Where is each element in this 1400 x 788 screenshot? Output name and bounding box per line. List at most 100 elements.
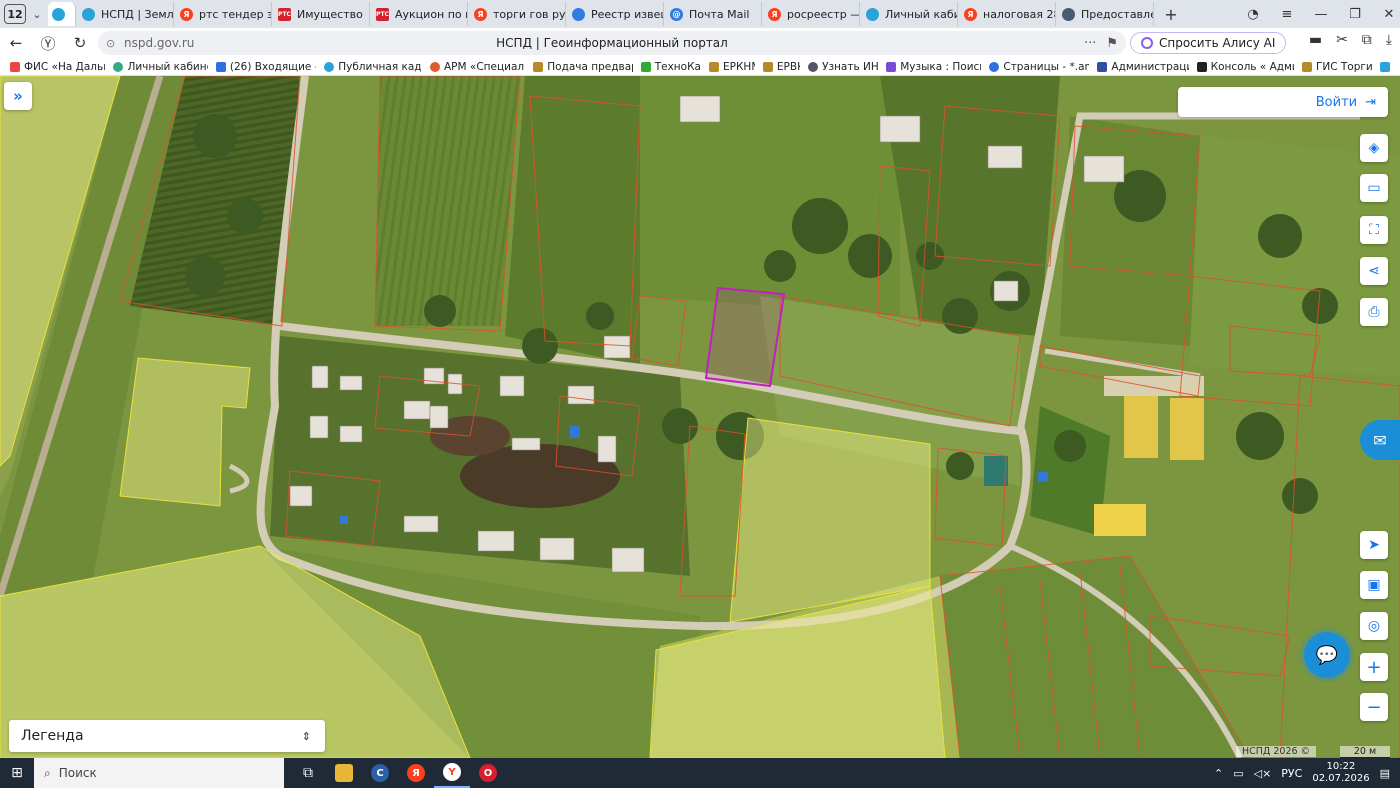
bookmark-label: ЕРВК	[776, 60, 800, 73]
site-info-icon[interactable]: ⊙	[106, 37, 115, 50]
login-button[interactable]: Войти ⇥	[1178, 87, 1388, 117]
tab-6[interactable]: @ Почта Mail	[664, 2, 762, 26]
tab-10[interactable]: Предоставлени	[1056, 2, 1154, 26]
basemap-button[interactable]: ▣	[1360, 571, 1388, 599]
minimize-icon[interactable]: —	[1304, 7, 1338, 22]
bookmark-12[interactable]: Администрация	[1097, 61, 1189, 73]
notifications-icon[interactable]: ▤	[1380, 767, 1390, 780]
browser-tab-strip: 12 ⌄ НСПД | Земля Яртс тендер эле РТС Иму…	[0, 0, 1400, 28]
file-explorer-icon[interactable]	[326, 758, 362, 788]
close-icon[interactable]: ✕	[1372, 7, 1400, 22]
zoom-in-icon: +	[1366, 656, 1382, 678]
bookmark-label: Музыка : Поиск -	[900, 60, 981, 73]
login-icon: ⇥	[1365, 94, 1376, 110]
bookmark-4[interactable]: АРМ «Специалис	[430, 61, 525, 73]
print-button[interactable]: ⎙	[1360, 298, 1388, 326]
task-view-icon[interactable]: ⧉	[290, 758, 326, 788]
tab-label: налоговая 28 о	[983, 7, 1055, 21]
zoom-out-button[interactable]: −	[1360, 693, 1388, 721]
bookmark-5[interactable]: Подача предвари	[533, 61, 633, 73]
tab-1[interactable]: Яртс тендер эле	[174, 2, 272, 26]
window-controls: ◔ ≡ — ❐ ✕	[1236, 0, 1400, 28]
network-icon[interactable]: ▭	[1233, 767, 1243, 780]
tab-5[interactable]: Реестр извеще	[566, 2, 664, 26]
bookmark-label: Страницы - *.amu	[1003, 60, 1089, 73]
globe-icon	[808, 61, 819, 72]
address-bar: ← Ⓨ ↻ ⊙ nspd.gov.ru НСПД | Геоинформацио…	[0, 28, 1400, 58]
extension-hat-icon[interactable]: ▬	[1309, 32, 1322, 48]
extensions-icon[interactable]: ⧉	[1362, 32, 1372, 48]
bookmark-9[interactable]: Узнать ИНН	[808, 61, 878, 73]
bookmark-label: ЕРКНМ	[723, 60, 755, 73]
system-tray: ⌃ ▭ ◁× РУС 10:22 02.07.2026 ▤	[1214, 758, 1390, 788]
tab-count-button[interactable]: 12	[4, 4, 26, 24]
restore-icon[interactable]: ❐	[1338, 7, 1372, 22]
tab-active-alice[interactable]	[48, 2, 76, 26]
bookmark-0[interactable]: ФИС «На Дальни	[10, 61, 105, 73]
select-area-button[interactable]: ⛶	[1360, 216, 1388, 244]
bookmark-3[interactable]: Публичная кадас	[324, 61, 422, 73]
tab-list-chevron-icon[interactable]: ⌄	[26, 8, 48, 21]
tab-4[interactable]: Яторги гов ру оф	[468, 2, 566, 26]
tab-0[interactable]: НСПД | Земля	[76, 2, 174, 26]
bookmark-7[interactable]: ЕРКНМ	[709, 61, 755, 73]
reload-icon[interactable]: ↻	[64, 34, 96, 52]
windows-start-icon[interactable]: ⊞	[0, 765, 34, 781]
taskbar-search[interactable]: ⌕ Поиск	[34, 758, 284, 788]
browser-app-icon[interactable]: C	[362, 758, 398, 788]
tab-7[interactable]: Яросреестр — Я	[762, 2, 860, 26]
downloads-icon[interactable]: ⤓	[1386, 32, 1392, 48]
tray-chevron-icon[interactable]: ⌃	[1214, 767, 1223, 780]
bookmark-6[interactable]: ТехноКад	[640, 61, 701, 73]
yandex-home-icon[interactable]: Ⓨ	[32, 33, 64, 54]
more-icon[interactable]: ···	[1084, 36, 1096, 51]
clock[interactable]: 10:22 02.07.2026	[1312, 761, 1369, 785]
ruler-button[interactable]: ▭	[1360, 174, 1388, 202]
selected-parcel	[704, 286, 786, 388]
login-label: Войти	[1315, 94, 1358, 110]
ask-alice-button[interactable]: Спросить Алису AI	[1130, 32, 1287, 54]
layers-button[interactable]: ◈	[1360, 134, 1388, 162]
bookmark-2[interactable]: (26) Входящие - Г	[215, 61, 316, 73]
search-placeholder: Поиск	[58, 766, 97, 780]
chat-button[interactable]: 💬	[1304, 632, 1350, 678]
bookmark-10[interactable]: Музыка : Поиск -	[886, 61, 981, 73]
tab-3[interactable]: РТС Аукцион по пр	[370, 2, 468, 26]
yandex-browser-app-icon[interactable]: Y	[434, 758, 470, 788]
back-icon[interactable]: ←	[0, 34, 32, 52]
locate-button[interactable]: ➤	[1360, 531, 1388, 559]
satellite-map[interactable]: » Войти ⇥ ◈ ▭ ⛶ ⋖ ⎙ ✉ ➤ ▣ ◎ + − 💬 Легенд…	[0, 76, 1400, 758]
legend-panel[interactable]: Легенда ⇕	[9, 720, 325, 752]
tab-9[interactable]: Яналоговая 28 о	[958, 2, 1056, 26]
profile-icon[interactable]: ◔	[1236, 7, 1270, 22]
bookmark-icon[interactable]: ⚑	[1106, 36, 1118, 51]
nspd-icon	[82, 7, 95, 21]
language-indicator[interactable]: РУС	[1281, 767, 1302, 780]
extension-tools-icon[interactable]: ✂	[1336, 32, 1348, 48]
zoom-in-button[interactable]: +	[1360, 653, 1388, 681]
tab-8[interactable]: Личный кабин	[860, 2, 958, 26]
bookmark-label: Публичная кадас	[338, 60, 422, 73]
volume-icon[interactable]: ◁×	[1254, 767, 1272, 780]
legend-toggle-icon[interactable]: ⇕	[302, 730, 311, 743]
feedback-side-tab[interactable]: ✉	[1360, 420, 1400, 460]
menu-icon[interactable]: ≡	[1270, 7, 1304, 22]
bookmark-8[interactable]: ЕРВК	[762, 60, 800, 73]
bookmark-1[interactable]: Личный кабинет	[113, 61, 208, 73]
expand-panel-button[interactable]: »	[4, 82, 32, 110]
opera-app-icon[interactable]: O	[470, 758, 506, 788]
bookmark-11[interactable]: Страницы - *.amu	[989, 61, 1089, 73]
bookmark-label: Узнать ИНН	[822, 60, 879, 73]
console-icon	[1196, 61, 1207, 72]
share-button[interactable]: ⋖	[1360, 257, 1388, 285]
geolocation-button[interactable]: ◎	[1360, 612, 1388, 640]
emblem-icon	[1301, 61, 1312, 72]
ruler-icon: ▭	[1367, 180, 1381, 196]
bookmark-14[interactable]: ГИС Торги -	[1301, 61, 1372, 73]
yandex-app-icon[interactable]: Я	[398, 758, 434, 788]
tab-2[interactable]: РТС Имущество	[272, 2, 370, 26]
bookmark-15[interactable]	[1379, 61, 1393, 72]
url-field[interactable]: ⊙ nspd.gov.ru НСПД | Геоинформационный п…	[98, 31, 1126, 55]
bookmark-13[interactable]: Консоль « Админ	[1196, 61, 1294, 73]
new-tab-button[interactable]: +	[1160, 3, 1182, 25]
